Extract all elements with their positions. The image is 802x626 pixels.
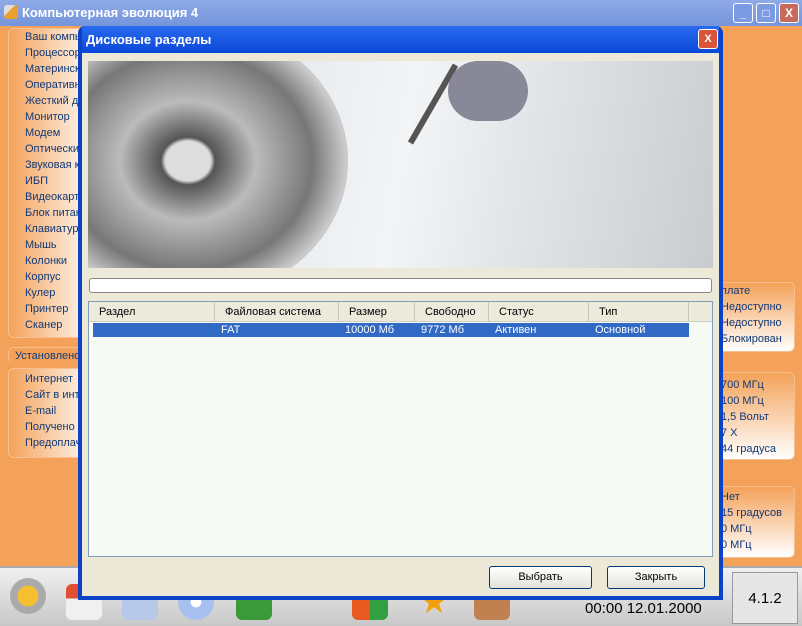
dialog-title: Дисковые разделы xyxy=(82,26,719,53)
info-value: 0 МГц xyxy=(721,539,752,551)
panel-header: плате xyxy=(721,285,751,297)
cell-type: Основной xyxy=(595,324,646,336)
info-value: Блокирован xyxy=(721,333,782,345)
cell-size: 10000 Мб xyxy=(345,324,395,336)
info-value: 44 градуса xyxy=(721,443,776,455)
right-panel-3: Нет 15 градусов 0 МГц 0 МГц xyxy=(715,486,795,558)
disk-partitions-dialog: Дисковые разделы X Раздел Файловая систем… xyxy=(78,26,723,600)
cell-status: Активен xyxy=(495,324,537,336)
cell-fs: FAT xyxy=(221,324,241,336)
column-header[interactable]: Раздел xyxy=(89,302,215,321)
right-panel-1: плате Недоступно Недоступно Блокирован xyxy=(715,282,795,352)
dialog-close-button[interactable]: X xyxy=(698,29,718,49)
info-value: 700 МГц xyxy=(721,379,764,391)
select-button[interactable]: Выбрать xyxy=(489,566,592,589)
column-header[interactable]: Тип xyxy=(589,302,689,321)
wrench-icon xyxy=(4,5,18,19)
version-label: 4.1.2 xyxy=(732,572,798,624)
app-title-bar: Компьютерная эволюция 4 _ □ X xyxy=(0,0,802,26)
progress-bar xyxy=(89,278,712,293)
maximize-button[interactable]: □ xyxy=(756,3,776,23)
column-header[interactable]: Свободно xyxy=(415,302,489,321)
close-button[interactable]: Закрыть xyxy=(607,566,705,589)
column-header[interactable]: Статус xyxy=(489,302,589,321)
info-value: 7 X xyxy=(721,427,738,439)
column-header[interactable]: Размер xyxy=(339,302,415,321)
info-value: 100 МГц xyxy=(721,395,764,407)
right-panel-2: 700 МГц 100 МГц 1,5 Вольт 7 X 44 градуса xyxy=(715,372,795,460)
cell-partition xyxy=(93,323,215,337)
info-value: 15 градусов xyxy=(721,507,782,519)
info-value: Недоступно xyxy=(721,317,782,329)
close-app-button[interactable]: X xyxy=(779,3,799,23)
info-value: Недоступно xyxy=(721,301,782,313)
partitions-list[interactable]: Раздел Файловая система Размер Свободно Стат… xyxy=(88,301,713,557)
cell-free: 9772 Мб xyxy=(421,324,464,336)
clock: 00:00 12.01.2000 xyxy=(585,600,702,617)
list-header: Раздел Файловая система Размер Свободно Стат… xyxy=(89,302,712,322)
app-title: Компьютерная эволюция 4 xyxy=(22,5,199,20)
info-value: 0 МГц xyxy=(721,523,752,535)
hard-drive-image xyxy=(88,61,713,268)
info-value: 1,5 Вольт xyxy=(721,411,769,423)
minimize-button[interactable]: _ xyxy=(733,3,753,23)
kde-start-icon[interactable] xyxy=(10,578,46,614)
table-row[interactable]: FAT 10000 Мб 9772 Мб Активен Основной xyxy=(93,323,689,337)
info-value: Нет xyxy=(721,491,740,503)
column-header[interactable]: Файловая система xyxy=(215,302,339,321)
